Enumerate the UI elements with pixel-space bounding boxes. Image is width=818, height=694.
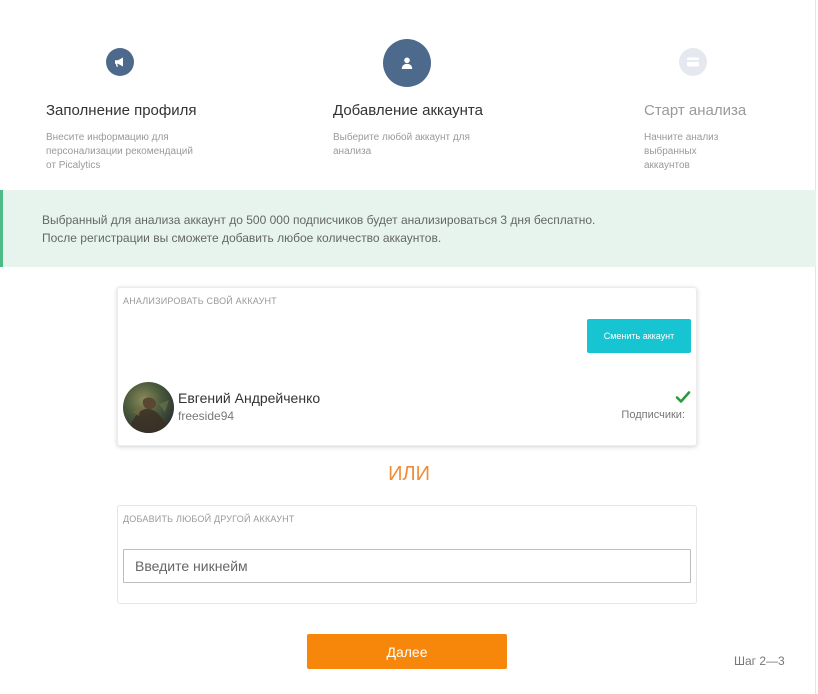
wizard-panel: Заполнение профиля Внесите информацию дл… xyxy=(0,0,816,694)
check-icon xyxy=(675,389,691,405)
account-handle: freeside94 xyxy=(178,409,235,423)
card-label: АНАЛИЗИРОВАТЬ СВОЙ АККАУНТ xyxy=(123,296,277,306)
card-label: ДОБАВИТЬ ЛЮБОЙ ДРУГОЙ АККАУНТ xyxy=(123,514,295,524)
step-description: Выберите любой аккаунт для анализа xyxy=(333,132,470,157)
step-description: Внесите информацию для персонализации ре… xyxy=(46,132,193,171)
own-account-card: АНАЛИЗИРОВАТЬ СВОЙ АККАУНТ Сменить аккау… xyxy=(117,287,697,446)
switch-account-button[interactable]: Сменить аккаунт xyxy=(587,319,691,353)
nickname-input[interactable] xyxy=(123,549,691,583)
step-title: Старт анализа xyxy=(644,102,747,119)
card-icon xyxy=(679,48,707,76)
step-description: Начните анализ выбранных аккаунтов xyxy=(644,132,719,171)
account-name: Евгений Андрейченко xyxy=(178,390,321,406)
step-title: Заполнение профиля xyxy=(46,102,197,119)
followers-label: Подписчики: xyxy=(621,409,685,421)
step-counter: Шаг 2—3 xyxy=(734,654,785,668)
avatar xyxy=(123,382,174,433)
info-banner: Выбранный для анализа аккаунт до 500 000… xyxy=(0,190,816,267)
step-title: Добавление аккаунта xyxy=(333,102,483,119)
other-account-card: ДОБАВИТЬ ЛЮБОЙ ДРУГОЙ АККАУНТ xyxy=(117,505,697,604)
banner-line: Выбранный для анализа аккаунт до 500 000… xyxy=(42,213,596,227)
banner-line: После регистрации вы сможете добавить лю… xyxy=(42,231,442,245)
megaphone-icon xyxy=(106,48,134,76)
user-icon xyxy=(383,39,431,87)
next-button[interactable]: Далее xyxy=(307,634,507,669)
or-divider: ИЛИ xyxy=(388,463,430,485)
